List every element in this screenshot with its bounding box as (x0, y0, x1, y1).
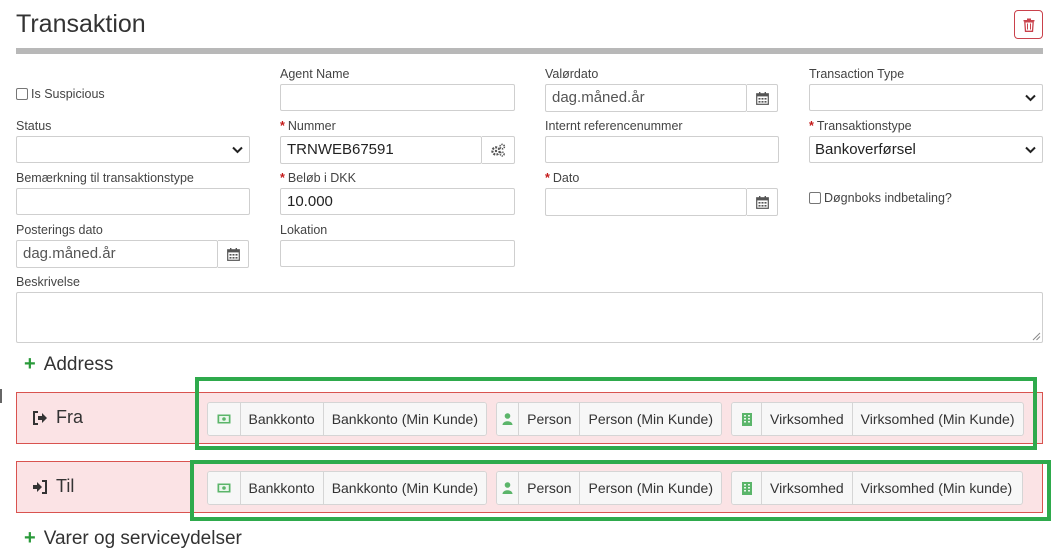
checkbox-box[interactable] (809, 192, 821, 204)
calendar-icon (226, 247, 240, 261)
is-suspicious-checkbox[interactable]: Is Suspicious (16, 87, 105, 101)
delete-button[interactable] (1014, 10, 1043, 39)
doegnboks-label: Døgnboks indbetaling? (824, 191, 952, 205)
varer-heading: Varer og serviceydelser (43, 528, 242, 549)
required-marker: * (280, 119, 285, 133)
agent-name-input[interactable] (280, 84, 515, 111)
transaktionstype-select[interactable]: Bankoverførsel (809, 136, 1043, 163)
beloeb-label-text: Beløb i DKK (287, 171, 356, 185)
transaktionstype-label: * Transaktionstype (809, 119, 912, 133)
edge-marker (0, 389, 2, 403)
plus-icon: + (24, 353, 36, 375)
beskrivelse-label: Beskrivelse (16, 275, 80, 289)
lokation-label: Lokation (280, 223, 328, 237)
gears-icon (491, 143, 506, 157)
beloeb-label: * Beløb i DKK (280, 171, 356, 185)
dato-label: * Dato (545, 171, 579, 185)
til-label-text: Til (56, 476, 75, 496)
beloeb-input[interactable]: 10.000 (280, 188, 515, 215)
status-label: Status (16, 119, 52, 133)
bemaerkning-label: Bemærkning til transaktionstype (16, 171, 194, 185)
transaktionstype-label-text: Transaktionstype (816, 119, 912, 133)
nummer-input[interactable]: TRNWEB67591 (280, 136, 482, 164)
internt-ref-label: Internt referencenummer (545, 119, 683, 133)
dato-calendar-button[interactable] (747, 188, 778, 216)
lokation-input[interactable] (280, 240, 515, 267)
plus-icon: + (24, 527, 36, 549)
page-title: Transaktion (16, 10, 146, 38)
highlight-box-til (190, 460, 1051, 521)
fra-label: Fra (32, 407, 83, 428)
address-section-toggle[interactable]: + Address (24, 353, 114, 376)
dato-input[interactable] (545, 188, 747, 216)
required-marker: * (545, 171, 550, 185)
sign-out-icon (33, 410, 47, 425)
trash-icon (1023, 18, 1034, 32)
bemaerkning-input[interactable] (16, 188, 250, 215)
chevron-down-icon (1025, 94, 1036, 102)
valordato-label: Valørdato (545, 67, 599, 81)
highlight-box-fra (195, 377, 1037, 450)
valordato-input[interactable]: dag.måned.år (545, 84, 747, 112)
dato-label-text: Dato (552, 171, 580, 185)
header-divider (16, 48, 1043, 54)
varer-section-toggle[interactable]: + Varer og serviceydelser (24, 527, 242, 550)
agent-name-label: Agent Name (280, 67, 350, 81)
checkbox-box[interactable] (16, 88, 28, 100)
calendar-icon (755, 195, 769, 209)
resize-handle-icon[interactable] (1032, 332, 1041, 341)
required-marker: * (280, 171, 285, 185)
sign-in-icon (33, 479, 47, 494)
doegnboks-checkbox[interactable]: Døgnboks indbetaling? (809, 191, 952, 205)
posterings-dato-input[interactable]: dag.måned.år (16, 240, 218, 268)
transaktionstype-value: Bankoverførsel (815, 141, 916, 158)
nummer-label: * Nummer (280, 119, 336, 133)
posterings-dato-calendar-button[interactable] (218, 240, 249, 268)
transaction-type-select[interactable] (809, 84, 1043, 111)
valordato-calendar-button[interactable] (747, 84, 778, 112)
internt-ref-input[interactable] (545, 136, 779, 163)
chevron-down-icon (1025, 146, 1036, 154)
posterings-dato-label: Posterings dato (16, 223, 103, 237)
til-label: Til (32, 476, 74, 497)
generate-number-button[interactable] (482, 136, 515, 164)
beskrivelse-textarea[interactable] (16, 292, 1043, 343)
fra-label-text: Fra (56, 407, 83, 427)
chevron-down-icon (232, 146, 243, 154)
calendar-icon (755, 91, 769, 105)
nummer-label-text: Nummer (287, 119, 336, 133)
transaction-type-label: Transaction Type (809, 67, 905, 81)
is-suspicious-label: Is Suspicious (31, 87, 105, 101)
required-marker: * (809, 119, 814, 133)
status-select[interactable] (16, 136, 250, 163)
address-heading: Address (43, 354, 114, 375)
